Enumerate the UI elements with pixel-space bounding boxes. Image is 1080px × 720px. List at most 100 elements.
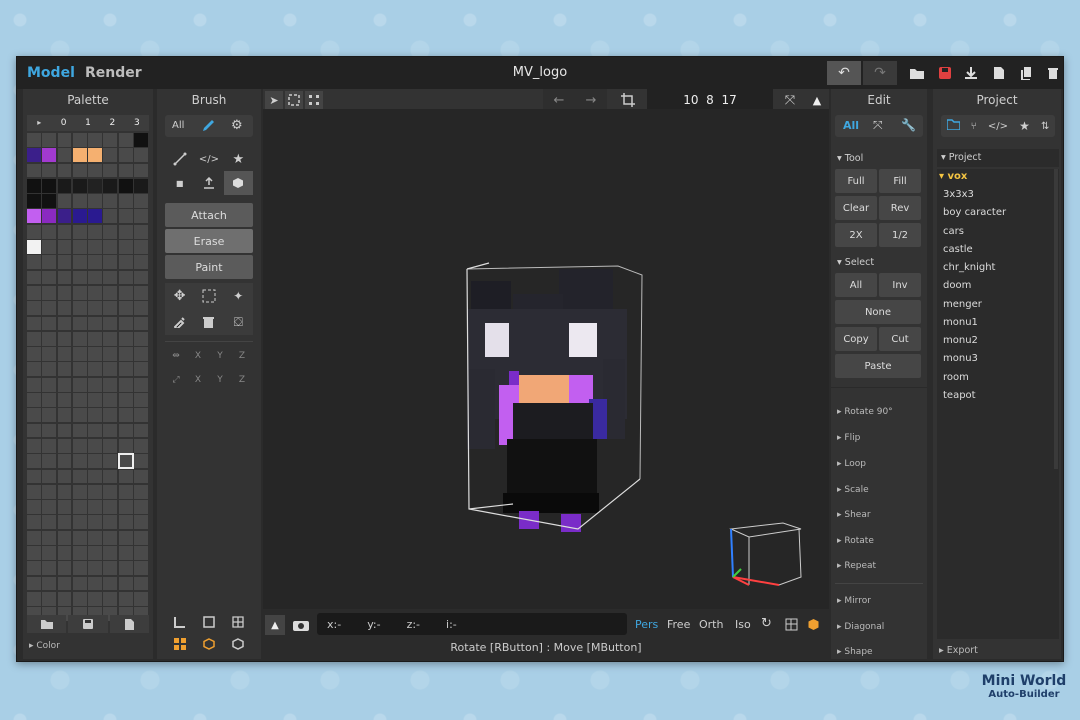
palette-swatch[interactable] <box>27 194 41 208</box>
delete-icon[interactable] <box>194 309 223 335</box>
palette-tab-1[interactable]: 1 <box>76 115 100 131</box>
palette-swatch[interactable] <box>118 331 133 346</box>
palette-swatch[interactable] <box>134 408 148 423</box>
palette-swatch[interactable] <box>57 408 72 423</box>
palette-swatch[interactable] <box>57 377 72 392</box>
palette-swatch[interactable] <box>27 331 41 346</box>
project-item-monu1[interactable]: monu1 <box>943 317 978 328</box>
palette-swatch[interactable] <box>42 240 57 254</box>
palette-swatch[interactable] <box>134 316 148 331</box>
palette-swatch[interactable] <box>42 301 57 316</box>
action-mirror[interactable]: ▸ Mirror <box>837 596 871 606</box>
palette-swatch[interactable] <box>134 255 148 270</box>
palette-swatch[interactable] <box>88 209 102 224</box>
palette-swatch[interactable] <box>27 515 41 530</box>
folder-icon[interactable] <box>945 119 961 133</box>
palette-swatch[interactable] <box>118 591 133 606</box>
cube-outline-icon[interactable] <box>194 633 223 655</box>
palette-swatch[interactable] <box>42 393 57 407</box>
palette-swatch[interactable] <box>72 423 87 438</box>
palette-swatch[interactable] <box>72 500 87 514</box>
palette-swatch[interactable] <box>57 133 72 147</box>
palette-swatch[interactable] <box>72 561 87 576</box>
palette-swatch[interactable] <box>103 255 118 270</box>
palette-swatch[interactable] <box>103 393 118 407</box>
palette-swatch[interactable] <box>72 301 87 316</box>
select-inv-button[interactable]: Inv <box>879 273 921 297</box>
select-section[interactable]: ▾ Select <box>837 257 874 268</box>
palette-swatch[interactable] <box>42 209 57 224</box>
palette-swatch[interactable] <box>118 347 133 361</box>
mirror-z-toggle[interactable]: Z <box>231 344 253 368</box>
palette-swatch[interactable] <box>88 408 102 423</box>
palette-swatch[interactable] <box>42 347 57 361</box>
color-section[interactable]: ▸ Color <box>29 641 60 651</box>
palette-swatch[interactable] <box>57 393 72 407</box>
palette-swatch[interactable] <box>134 469 148 484</box>
fit-icon[interactable] <box>305 91 323 109</box>
palette-swatch[interactable] <box>42 423 57 438</box>
palette-tab-0[interactable]: 0 <box>51 115 75 131</box>
view-free[interactable]: Free <box>667 618 690 631</box>
project-item-monu3[interactable]: monu3 <box>943 353 978 364</box>
palette-swatch[interactable] <box>72 148 87 163</box>
magic-wand-icon[interactable]: ✦ <box>224 283 253 309</box>
palette-swatch[interactable] <box>72 591 87 606</box>
palette-swatch[interactable] <box>118 561 133 576</box>
palette-open-icon[interactable] <box>27 615 67 633</box>
palette-swatch[interactable] <box>27 377 41 392</box>
palette-swatch[interactable] <box>88 500 102 514</box>
palette-swatch[interactable] <box>57 362 72 377</box>
palette-swatch[interactable] <box>72 224 87 239</box>
palette-swatch[interactable] <box>134 454 148 469</box>
palette-swatch[interactable] <box>27 316 41 331</box>
action-shape[interactable]: ▸ Shape <box>837 647 873 657</box>
palette-swatch[interactable] <box>57 148 72 163</box>
palette-swatch[interactable] <box>42 163 57 178</box>
palette-swatch[interactable] <box>42 515 57 530</box>
palette-swatch[interactable] <box>103 576 118 591</box>
crop-icon[interactable] <box>613 89 643 111</box>
code-icon[interactable]: </> <box>988 121 1008 132</box>
project-item-boy-caracter[interactable]: boy caracter <box>943 207 1006 218</box>
select-all-button[interactable]: All <box>835 273 877 297</box>
palette-swatch[interactable] <box>118 377 133 392</box>
palette-swatch[interactable] <box>42 438 57 453</box>
star-tool-icon[interactable]: ★ <box>224 147 253 171</box>
palette-swatch[interactable] <box>103 438 118 453</box>
palette-swatch[interactable] <box>42 178 57 193</box>
palette-swatch[interactable] <box>103 331 118 346</box>
palette-swatch[interactable] <box>57 163 72 178</box>
brush-filter-all[interactable]: All <box>172 120 184 131</box>
3d-viewport[interactable] <box>263 109 829 609</box>
palette-swatch[interactable] <box>118 438 133 453</box>
layout-view-icon[interactable] <box>785 616 798 635</box>
palette-swatch[interactable] <box>72 209 87 224</box>
palette-tab-2[interactable]: 2 <box>100 115 124 131</box>
palette-swatch[interactable] <box>88 393 102 407</box>
paste-button[interactable]: Paste <box>835 354 921 378</box>
palette-swatch[interactable] <box>118 362 133 377</box>
palette-swatch[interactable] <box>27 438 41 453</box>
palette-swatch[interactable] <box>134 178 148 193</box>
project-section[interactable]: ▾ Project <box>937 149 1059 167</box>
palette-color-grid[interactable] <box>27 133 148 621</box>
palette-swatch[interactable] <box>117 453 134 470</box>
palette-swatch[interactable] <box>103 347 118 361</box>
palette-swatch[interactable] <box>27 255 41 270</box>
axis-y-toggle[interactable]: Y <box>209 368 231 392</box>
palette-swatch[interactable] <box>72 285 87 300</box>
palette-swatch[interactable] <box>27 484 41 499</box>
edit-filter-all[interactable]: All <box>843 119 859 132</box>
box-tool-icon[interactable] <box>223 171 253 195</box>
mirror-y-toggle[interactable]: Y <box>209 344 231 368</box>
palette-swatch[interactable] <box>88 194 102 208</box>
palette-swatch[interactable] <box>118 515 133 530</box>
action-scale[interactable]: ▸ Scale <box>837 485 869 495</box>
move-icon[interactable]: ✥ <box>165 283 194 309</box>
palette-swatch[interactable] <box>118 576 133 591</box>
palette-swatch[interactable] <box>118 255 133 270</box>
project-item-castle[interactable]: castle <box>943 244 973 255</box>
palette-swatch[interactable] <box>42 500 57 514</box>
palette-swatch[interactable] <box>27 500 41 514</box>
